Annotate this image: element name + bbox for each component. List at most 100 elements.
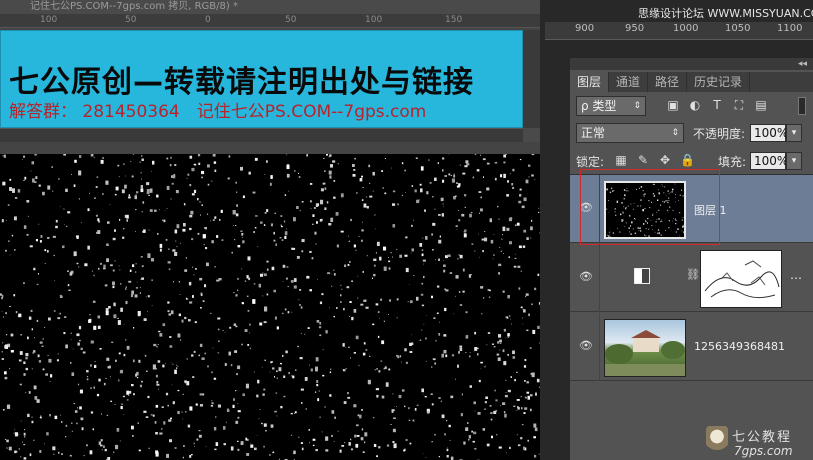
shape-filter-icon[interactable]: ⛶ bbox=[732, 98, 746, 112]
noise-speck bbox=[201, 170, 205, 175]
layer-row[interactable]: 👁 1256349368481 bbox=[570, 313, 813, 381]
noise-speck bbox=[619, 231, 621, 233]
eye-icon[interactable]: 👁 bbox=[578, 270, 594, 284]
noise-speck bbox=[363, 203, 367, 208]
noise-speck bbox=[165, 239, 168, 241]
noise-speck bbox=[361, 199, 364, 201]
lock-position-icon[interactable]: ✥ bbox=[658, 153, 672, 167]
noise-speck bbox=[458, 351, 460, 354]
noise-speck bbox=[626, 188, 628, 189]
noise-speck bbox=[122, 395, 125, 398]
noise-speck bbox=[211, 400, 213, 402]
noise-speck bbox=[530, 394, 533, 397]
noise-speck bbox=[373, 258, 377, 261]
lock-image-pixels-icon[interactable]: ✎ bbox=[636, 153, 650, 167]
noise-speck bbox=[242, 240, 245, 244]
noise-speck bbox=[486, 187, 490, 191]
noise-speck bbox=[101, 413, 102, 415]
noise-speck bbox=[13, 432, 15, 434]
noise-speck bbox=[237, 245, 241, 248]
document-title-bar[interactable]: 记住七公PS.COM--7gps.com 拷贝, RGB/8) * bbox=[0, 0, 540, 14]
noise-speck bbox=[672, 209, 674, 211]
noise-speck bbox=[306, 276, 310, 279]
lock-all-icon[interactable]: 🔒 bbox=[680, 153, 695, 167]
fill-dropdown-arrow-icon[interactable]: ▾ bbox=[786, 152, 802, 170]
noise-speck bbox=[353, 404, 357, 408]
noise-speck bbox=[20, 456, 22, 458]
noise-speck bbox=[47, 237, 50, 239]
noise-speck bbox=[477, 353, 479, 356]
layer-name[interactable]: 图层 1 bbox=[694, 202, 727, 218]
noise-speck bbox=[668, 200, 670, 202]
noise-speck bbox=[47, 185, 51, 190]
blend-row: 正常 ⇕ 不透明度: 100% ▾ bbox=[570, 122, 813, 144]
noise-speck bbox=[407, 301, 409, 303]
noise-speck bbox=[212, 347, 214, 349]
eye-icon[interactable]: 👁 bbox=[578, 339, 594, 353]
filter-toggle-switch[interactable] bbox=[798, 97, 806, 115]
noise-speck bbox=[262, 295, 264, 297]
opacity-dropdown-arrow-icon[interactable]: ▾ bbox=[786, 124, 802, 142]
noise-speck bbox=[176, 364, 177, 366]
noise-speck bbox=[156, 345, 158, 348]
opacity-input[interactable]: 100% bbox=[750, 124, 788, 142]
noise-speck bbox=[282, 264, 286, 268]
noise-speck bbox=[99, 348, 102, 350]
noise-speck bbox=[136, 281, 138, 283]
noise-speck bbox=[153, 343, 157, 347]
noise-speck bbox=[340, 294, 342, 297]
noise-speck bbox=[166, 157, 169, 160]
fill-input[interactable]: 100% bbox=[750, 152, 788, 170]
noise-speck bbox=[333, 269, 335, 271]
noise-speck bbox=[411, 248, 414, 252]
blend-mode-select[interactable]: 正常 ⇕ bbox=[576, 123, 684, 143]
noise-speck bbox=[502, 226, 506, 232]
noise-speck bbox=[22, 441, 23, 443]
document-vertical-scrollbar[interactable] bbox=[523, 30, 540, 140]
noise-speck bbox=[474, 448, 477, 450]
noise-speck bbox=[10, 333, 14, 337]
tab-channels[interactable]: 通道 bbox=[609, 72, 649, 92]
noise-speck bbox=[261, 422, 263, 425]
tab-history[interactable]: 历史记录 bbox=[687, 72, 751, 92]
noise-speck bbox=[205, 247, 208, 250]
noise-speck bbox=[355, 443, 359, 448]
filter-kind-select[interactable]: ρ 类型 ⇕ bbox=[576, 96, 646, 116]
noise-speck bbox=[361, 175, 363, 178]
noise-speck bbox=[420, 166, 424, 171]
noise-speck bbox=[53, 310, 56, 312]
image-filter-icon[interactable]: ▣ bbox=[666, 98, 680, 112]
noise-speck bbox=[645, 228, 647, 230]
noise-speck bbox=[624, 194, 626, 197]
noise-speck bbox=[519, 194, 522, 197]
noise-speck bbox=[509, 446, 511, 449]
noise-speck bbox=[180, 339, 182, 341]
noise-speck bbox=[469, 213, 472, 218]
document-canvas[interactable]: 记住七公PS.COM--7gps.com 拷贝, RGB/8) * 100 50… bbox=[0, 0, 570, 460]
chain-link-icon[interactable]: ⛓ bbox=[686, 268, 700, 284]
layer-row[interactable]: 👁 ⛓ … bbox=[570, 244, 813, 312]
lock-label: 锁定: bbox=[576, 155, 605, 169]
smart-object-filter-icon[interactable]: ▤ bbox=[754, 98, 768, 112]
layer-name[interactable]: 1256349368481 bbox=[694, 340, 785, 353]
noise-speck bbox=[39, 240, 42, 243]
noise-speck bbox=[677, 228, 679, 230]
noise-speck bbox=[59, 294, 62, 298]
tab-paths[interactable]: 路径 bbox=[648, 72, 688, 92]
noise-speck bbox=[159, 209, 160, 211]
adjustment-filter-icon[interactable]: ◐ bbox=[688, 98, 702, 112]
noise-speck bbox=[1, 311, 3, 312]
noise-speck bbox=[70, 339, 72, 341]
layer-row[interactable]: 👁 图层 1 bbox=[570, 169, 813, 245]
lock-transparent-pixels-icon[interactable]: ▦ bbox=[614, 153, 628, 167]
type-filter-icon[interactable]: T bbox=[710, 98, 724, 112]
document-horizontal-scrollbar[interactable] bbox=[0, 128, 523, 142]
noise-speck bbox=[379, 256, 382, 261]
resize-grip-icon[interactable] bbox=[523, 128, 540, 142]
noise-speck bbox=[14, 197, 18, 199]
tab-layers[interactable]: 图层 bbox=[570, 72, 610, 92]
noise-speck bbox=[478, 191, 482, 193]
noise-speck bbox=[438, 239, 442, 244]
noise-speck bbox=[491, 343, 494, 345]
panel-collapse-button[interactable]: ◂◂ bbox=[570, 58, 813, 70]
